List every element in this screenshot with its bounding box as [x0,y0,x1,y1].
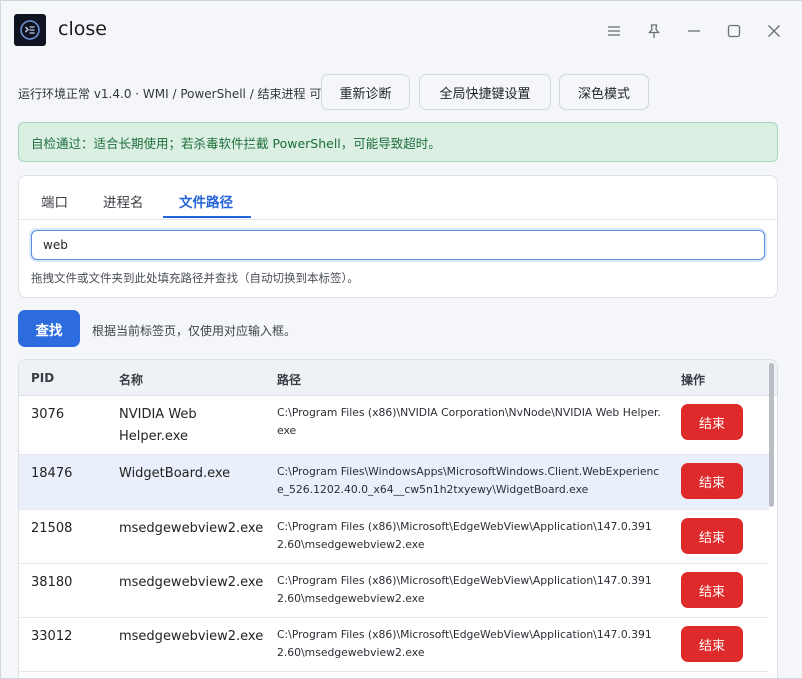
app-window: close 运行环境正常 v1.4.0 · WMI / PowerShell /… [0,0,802,679]
hotkey-settings-button[interactable]: 全局快捷键设置 [419,74,551,110]
row-pid: 18476 [31,466,73,481]
minimize-icon[interactable] [682,19,706,43]
active-tab-indicator [163,216,251,218]
title-bar[interactable]: close [1,1,802,61]
kill-process-button[interactable]: 结束 [681,463,743,499]
tab-file-path[interactable]: 文件路径 [179,191,233,211]
table-row[interactable]: 21508 msedgewebview2.exe C:\Program File… [19,510,769,564]
kill-process-button[interactable]: 结束 [681,518,743,554]
process-table: PID 名称 路径 操作 3076 NVIDIA Web Helper.exe … [18,359,778,678]
column-header-path: 路径 [277,373,302,387]
row-pid: 38180 [31,575,73,590]
app-logo-icon [14,14,46,46]
table-header: PID 名称 路径 操作 [19,360,777,396]
column-header-action: 操作 [681,373,706,387]
dark-mode-button[interactable]: 深色模式 [559,74,649,110]
row-path: C:\Program Files (x86)\Microsoft\EdgeWeb… [277,628,652,659]
kill-process-button[interactable]: 结束 [681,626,743,662]
environment-status: 运行环境正常 v1.4.0 · WMI / PowerShell / 结束进程 … [18,87,334,101]
search-mode-card: 端口 进程名 文件路径 拖拽文件或文件夹到此处填充路径并查找（自动切换到本标签）… [18,175,778,298]
maximize-icon[interactable] [722,19,746,43]
table-scrollbar[interactable] [769,363,774,507]
tab-bar: 端口 进程名 文件路径 [19,176,777,220]
row-name: msedgewebview2.exe [119,629,264,644]
row-pid: 21508 [31,521,73,536]
column-header-name: 名称 [119,373,144,387]
table-row[interactable]: 33012 msedgewebview2.exe C:\Program File… [19,618,769,672]
alert-text: 自检通过：适合长期使用；若杀毒软件拦截 PowerShell，可能导致超时。 [31,135,441,151]
row-path: C:\Program Files\WindowsApps\MicrosoftWi… [277,465,660,496]
table-row[interactable]: 3076 NVIDIA Web Helper.exe C:\Program Fi… [19,396,769,455]
row-pid: 3076 [31,407,65,422]
row-path: C:\Program Files (x86)\Microsoft\EdgeWeb… [277,520,652,551]
column-header-pid: PID [31,371,55,385]
row-name: NVIDIA Web Helper.exe [119,407,197,444]
kill-process-button[interactable]: 结束 [681,404,743,440]
row-path: C:\Program Files (x86)\NVIDIA Corporatio… [277,406,661,437]
table-row[interactable]: 38180 msedgewebview2.exe C:\Program File… [19,564,769,618]
self-check-alert: 自检通过：适合长期使用；若杀毒软件拦截 PowerShell，可能导致超时。 [18,122,778,162]
close-icon[interactable] [762,19,786,43]
row-path: C:\Program Files (x86)\Microsoft\EdgeWeb… [277,574,652,605]
row-name: msedgewebview2.exe [119,575,264,590]
pin-icon[interactable] [642,19,666,43]
search-hint: 根据当前标签页，仅使用对应输入框。 [92,324,297,338]
row-pid: 33012 [31,629,73,644]
search-button[interactable]: 查找 [18,310,80,347]
tab-process-name[interactable]: 进程名 [103,191,144,211]
file-path-input[interactable] [31,230,765,260]
tab-port[interactable]: 端口 [41,191,68,211]
table-row[interactable]: 18476 WidgetBoard.exe C:\Program Files\W… [19,455,769,510]
row-name: msedgewebview2.exe [119,521,264,536]
row-name: WidgetBoard.exe [119,466,231,481]
menu-icon[interactable] [602,19,626,43]
window-title: close [58,18,107,40]
kill-process-button[interactable]: 结束 [681,572,743,608]
rediagnose-button[interactable]: 重新诊断 [321,74,410,110]
drag-drop-hint: 拖拽文件或文件夹到此处填充路径并查找（自动切换到本标签）。 [31,271,359,285]
